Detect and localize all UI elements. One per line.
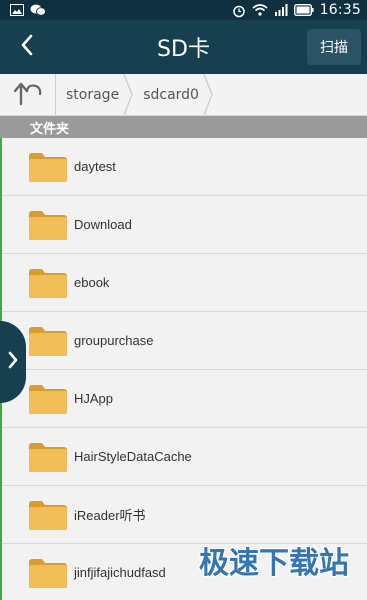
folder-icon [28, 151, 68, 183]
back-button[interactable] [0, 20, 54, 74]
folder-list[interactable]: daytest Download ebook groupurchase HJAp… [0, 138, 367, 600]
list-item[interactable]: groupurchase [2, 312, 367, 370]
scan-button[interactable]: 扫描 [307, 29, 361, 65]
list-item[interactable]: ebook [2, 254, 367, 312]
folder-icon [28, 441, 68, 473]
breadcrumb-item-sdcard0[interactable]: sdcard0 [133, 74, 213, 115]
breadcrumb-item-storage[interactable]: storage [56, 74, 133, 115]
alarm-icon [232, 4, 246, 18]
breadcrumb-label: storage [66, 86, 120, 103]
folder-name: HJApp [74, 391, 114, 406]
clock: 16:35 [319, 2, 361, 18]
folder-icon [28, 557, 68, 589]
list-item[interactable]: Download [2, 196, 367, 254]
watermark: 极速下载站 [199, 546, 349, 581]
breadcrumb: storage sdcard0 [0, 74, 367, 116]
folder-name: ebook [74, 275, 110, 290]
wechat-icon [30, 4, 46, 16]
title-bar: SD卡 扫描 [0, 20, 367, 74]
folder-name: daytest [74, 159, 116, 174]
chevron-left-icon [20, 34, 34, 60]
folder-name: HairStyleDataCache [74, 449, 192, 464]
folder-name: groupurchase [74, 333, 154, 348]
list-item[interactable]: iReader听书 [2, 486, 367, 544]
signal-icon [274, 4, 288, 16]
folder-icon [28, 383, 68, 415]
folder-icon [28, 499, 68, 531]
list-item[interactable]: HairStyleDataCache [2, 428, 367, 486]
up-arrow-icon [13, 80, 42, 110]
breadcrumb-label: sdcard0 [143, 86, 199, 103]
folder-name: iReader听书 [74, 508, 146, 523]
section-header: 文件夹 [0, 116, 367, 138]
wifi-icon [252, 4, 268, 16]
chevron-right-icon [7, 351, 19, 373]
battery-icon [293, 3, 314, 17]
folder-icon [28, 209, 68, 241]
folder-name: Download [74, 217, 132, 232]
folder-icon [28, 325, 68, 357]
folder-name: jinfjifajichudfasd [74, 565, 166, 580]
list-item[interactable]: daytest [2, 138, 367, 196]
up-button[interactable] [0, 74, 56, 115]
image-icon [10, 4, 24, 16]
folder-icon [28, 267, 68, 299]
drawer-handle[interactable] [0, 321, 26, 403]
status-bar: 16:35 [0, 0, 367, 20]
list-item[interactable]: HJApp [2, 370, 367, 428]
